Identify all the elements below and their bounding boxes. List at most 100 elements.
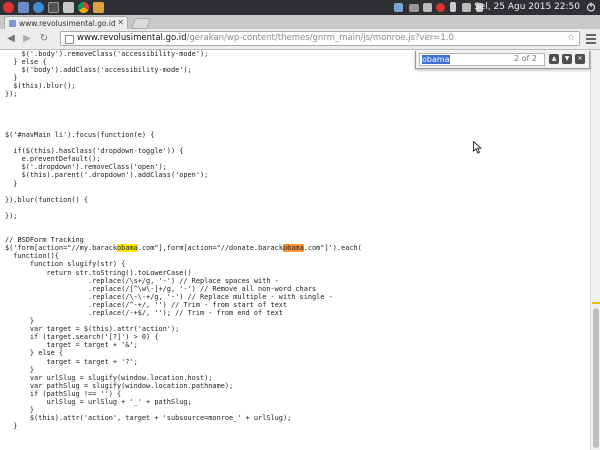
code-text: $('.body').removeClass('accessibility-mo… bbox=[5, 50, 209, 58]
url-host: www.revolusimental.go.id bbox=[77, 33, 187, 43]
code-text: target = target + '&'; bbox=[5, 341, 138, 350]
browser-tab[interactable]: www.revolusimental.go.id ✕ bbox=[4, 16, 128, 29]
code-line: if($(this).hasClass('dropdown-toggle')) … bbox=[5, 147, 590, 155]
record-icon[interactable] bbox=[436, 3, 445, 12]
scrollbar-thumb[interactable] bbox=[593, 308, 599, 448]
code-line: }); bbox=[5, 212, 590, 220]
mail-icon[interactable] bbox=[409, 4, 419, 12]
code-line: } bbox=[5, 74, 590, 82]
code-text: if (target.search('[?]') > 0) { bbox=[5, 333, 159, 342]
code-text: var urlSlug = slugify(window.location.ho… bbox=[5, 373, 213, 382]
code-text: }); bbox=[5, 211, 18, 220]
close-tab-icon[interactable]: ✕ bbox=[117, 17, 124, 28]
reload-icon[interactable]: ↻ bbox=[38, 33, 50, 45]
code-line: } bbox=[5, 406, 590, 414]
update-icon[interactable] bbox=[394, 3, 403, 12]
browser-icon[interactable] bbox=[33, 2, 44, 13]
bookmark-star-icon[interactable]: ☆ bbox=[567, 32, 575, 45]
vertical-scrollbar[interactable] bbox=[590, 50, 600, 450]
battery-icon[interactable] bbox=[462, 3, 471, 12]
code-line: .replace(/-+$/, ''); // Trim - from end … bbox=[5, 309, 590, 317]
code-text: return str.toString().toLowerCase() bbox=[5, 268, 192, 277]
browser-toolbar: ◀ ▶ ↻ www.revolusimental.go.id/gerakan/w… bbox=[0, 29, 600, 50]
page-favicon bbox=[9, 20, 16, 27]
editor-icon[interactable] bbox=[63, 2, 74, 13]
find-previous-icon[interactable]: ▲ bbox=[549, 54, 559, 64]
source-code: $('.body').removeClass('accessibility-mo… bbox=[0, 50, 590, 430]
code-line: .replace(/^-+/, '') // Trim - from start… bbox=[5, 301, 590, 309]
code-line: $(this).blur(); bbox=[5, 82, 590, 90]
app-menu-icon[interactable] bbox=[3, 2, 14, 13]
find-match-count: 2 of 2 bbox=[514, 54, 537, 63]
find-next-icon[interactable]: ▼ bbox=[562, 54, 572, 64]
code-text: } bbox=[5, 365, 35, 374]
find-match-marker bbox=[592, 302, 600, 304]
back-icon[interactable]: ◀ bbox=[5, 33, 17, 45]
page-info-icon[interactable] bbox=[65, 35, 74, 44]
find-bar: obama 2 of 2 ▲ ▼ ✕ bbox=[415, 51, 590, 69]
code-text: target = target + '?'; bbox=[5, 357, 138, 366]
network-icon[interactable] bbox=[423, 3, 432, 12]
code-text: // BSDForm Tracking bbox=[5, 236, 84, 245]
page-content: $('.body').removeClass('accessibility-mo… bbox=[0, 50, 590, 450]
find-close-icon[interactable]: ✕ bbox=[575, 54, 585, 64]
code-text: $('#navMain li').focus(function(e) { bbox=[5, 130, 155, 139]
code-text: } bbox=[5, 422, 18, 431]
power-icon[interactable] bbox=[586, 2, 596, 12]
chrome-menu-icon[interactable] bbox=[586, 33, 596, 45]
code-text: }); bbox=[5, 90, 18, 99]
active-search-match: obama bbox=[282, 244, 304, 253]
code-text: $('.dropdown').removeClass('open'); bbox=[5, 163, 167, 172]
forward-icon[interactable]: ▶ bbox=[21, 33, 33, 45]
code-line: var target = $(this).attr('action'); bbox=[5, 325, 590, 333]
code-line: $('form[action="//my.barack obama.com"],f… bbox=[5, 244, 590, 253]
tab-title: www.revolusimental.go.id bbox=[19, 19, 115, 28]
address-bar[interactable]: www.revolusimental.go.id/gerakan/wp-cont… bbox=[60, 31, 580, 46]
image-icon[interactable] bbox=[93, 2, 104, 13]
code-text: } else { bbox=[5, 58, 47, 67]
code-line: function(){ bbox=[5, 252, 590, 260]
code-line: $('.dropdown').removeClass('open'); bbox=[5, 163, 590, 171]
code-text: if($(this).hasClass('dropdown-toggle')) … bbox=[5, 147, 184, 156]
code-line: return str.toString().toLowerCase() bbox=[5, 269, 590, 277]
code-text: .replace(/\-\-+/g, '-') // Replace multi… bbox=[5, 292, 333, 301]
code-line: if (pathSlug !== '') { bbox=[5, 390, 590, 398]
bluetooth-icon[interactable] bbox=[450, 2, 456, 12]
code-line: var pathSlug = slugify(window.location.p… bbox=[5, 382, 590, 390]
code-text: var target = $(this).attr('action'); bbox=[5, 325, 180, 334]
code-text: $(this).parent('.dropdown').addClass('op… bbox=[5, 171, 209, 180]
code-text: e.preventDefault(); bbox=[5, 155, 101, 164]
code-line: var urlSlug = slugify(window.location.ho… bbox=[5, 374, 590, 382]
code-text: } bbox=[5, 406, 35, 415]
code-line: if (target.search('[?]') > 0) { bbox=[5, 333, 590, 341]
code-line: urlSlug = urlSlug + '_' + pathSlug; bbox=[5, 398, 590, 406]
code-text: urlSlug = urlSlug + '_' + pathSlug; bbox=[5, 398, 192, 407]
code-text: $(this).blur(); bbox=[5, 82, 76, 91]
code-text: $('form[action="//my.barack bbox=[5, 244, 118, 253]
terminal-icon[interactable] bbox=[48, 2, 59, 13]
tab-strip: www.revolusimental.go.id ✕ bbox=[0, 15, 600, 29]
code-text: function(){ bbox=[5, 252, 59, 261]
chrome-icon[interactable] bbox=[78, 2, 89, 13]
code-line: .replace(/\-\-+/g, '-') // Replace multi… bbox=[5, 293, 590, 301]
code-line: } bbox=[5, 422, 590, 430]
code-text: .com"],form[action="//donate.barack bbox=[137, 244, 283, 253]
code-line: $('#navMain li').focus(function(e) { bbox=[5, 131, 590, 139]
mouse-cursor-icon bbox=[473, 141, 482, 154]
code-text: .replace(/\s+/g, '-') // Replace spaces … bbox=[5, 276, 279, 285]
new-tab-button[interactable] bbox=[130, 18, 152, 29]
url-path: /gerakan/wp-content/themes/gnrm_main/js/… bbox=[186, 33, 454, 43]
code-line: .replace(/[^\w\-]+/g, '-') // Remove all… bbox=[5, 285, 590, 293]
code-text: } bbox=[5, 179, 18, 188]
files-icon[interactable] bbox=[18, 2, 29, 13]
code-line: // BSDForm Tracking bbox=[5, 236, 590, 244]
code-text: function slugify(str) { bbox=[5, 260, 126, 269]
code-line: }); bbox=[5, 90, 590, 98]
clock[interactable]: Sel, 25 Agu 2015 22:50 bbox=[474, 2, 580, 12]
